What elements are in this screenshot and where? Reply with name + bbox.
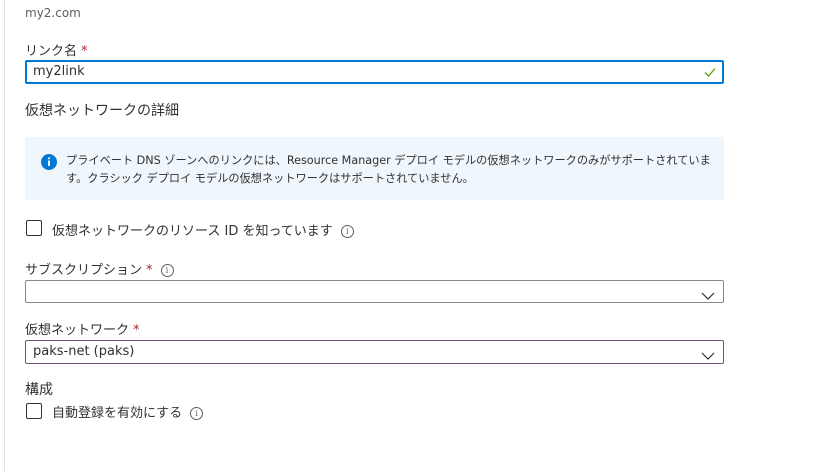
info-icon: [41, 154, 57, 174]
subscription-label: サブスクリプション * i: [25, 259, 174, 278]
chevron-down-icon: [701, 347, 715, 369]
link-name-value: my2link: [33, 64, 85, 79]
info-icon[interactable]: i: [160, 264, 174, 277]
panel-divider: [4, 0, 5, 471]
auto-registration-checkbox[interactable]: [26, 403, 42, 419]
required-marker: *: [146, 263, 153, 278]
chevron-down-icon: [701, 287, 715, 309]
link-name-input[interactable]: my2link: [25, 60, 724, 84]
info-icon[interactable]: i: [190, 407, 204, 420]
virtual-network-value: paks-net (paks): [33, 344, 135, 359]
know-resource-id-label-text: 仮想ネットワークのリソース ID を知っています: [52, 224, 333, 239]
link-name-label-text: リンク名: [25, 44, 78, 59]
info-icon[interactable]: i: [340, 225, 354, 238]
link-name-label: リンク名 *: [25, 40, 88, 59]
zone-name: my2.com: [25, 6, 81, 20]
info-banner: プライベート DNS ゾーンへのリンクには、Resource Manager デ…: [25, 137, 724, 200]
required-marker: *: [81, 44, 88, 59]
virtual-network-label: 仮想ネットワーク *: [25, 319, 140, 338]
virtual-network-label-text: 仮想ネットワーク: [25, 323, 130, 338]
virtual-network-dropdown[interactable]: paks-net (paks): [25, 340, 724, 364]
check-icon: [703, 65, 717, 86]
info-banner-text: プライベート DNS ゾーンへのリンクには、Resource Manager デ…: [66, 154, 711, 185]
configuration-heading: 構成: [25, 382, 53, 398]
auto-registration-label: 自動登録を有効にする i: [52, 402, 204, 421]
know-resource-id-checkbox[interactable]: [26, 220, 42, 236]
subscription-dropdown[interactable]: [25, 280, 724, 303]
required-marker: *: [133, 323, 140, 338]
vnet-details-heading: 仮想ネットワークの詳細: [25, 103, 179, 119]
auto-registration-label-text: 自動登録を有効にする: [52, 406, 183, 421]
know-resource-id-label: 仮想ネットワークのリソース ID を知っています i: [52, 220, 354, 239]
subscription-label-text: サブスクリプション: [25, 263, 143, 278]
